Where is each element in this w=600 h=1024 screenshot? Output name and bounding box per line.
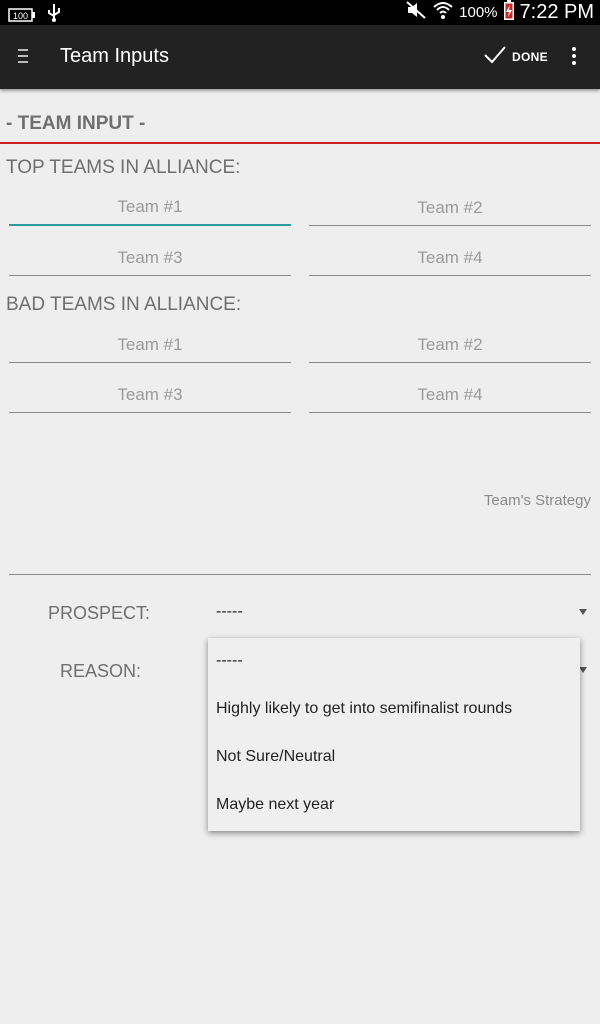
wifi-icon (432, 0, 454, 25)
top-team-3-field[interactable]: Team #3 (9, 240, 291, 276)
field-hint: Team #4 (417, 384, 483, 404)
bad-team-1-field[interactable]: Team #1 (9, 327, 291, 363)
battery-percent: 100% (459, 4, 498, 21)
status-bar: 100 100% 7:22 PM (0, 0, 600, 25)
field-hint: Team #3 (117, 247, 183, 267)
top-teams-label: TOP TEAMS IN ALLIANCE: (6, 157, 241, 178)
bad-team-3-field[interactable]: Team #3 (9, 377, 291, 413)
done-button[interactable]: DONE (482, 43, 548, 71)
top-team-2-field[interactable]: Team #2 (309, 190, 591, 226)
prospect-selected: ----- (216, 603, 243, 620)
field-hint: Team #2 (417, 197, 483, 217)
done-label: DONE (512, 50, 548, 64)
prospect-label: PROSPECT: (48, 603, 151, 623)
section-header: - TEAM INPUT - (6, 113, 146, 134)
strategy-field[interactable]: Team's Strategy (9, 480, 591, 575)
bad-teams-label: BAD TEAMS IN ALLIANCE: (6, 294, 242, 315)
field-hint: Team #3 (117, 384, 183, 404)
dropdown-option[interactable]: Not Sure/Neutral (216, 748, 335, 766)
dropdown-option[interactable]: Maybe next year (216, 796, 334, 814)
battery-charging-icon (503, 0, 515, 26)
strategy-hint: Team's Strategy (483, 492, 591, 509)
check-icon (482, 44, 508, 71)
dropdown-option[interactable]: Highly likely to get into semifinalist r… (216, 700, 512, 718)
menu-icon[interactable] (18, 49, 32, 65)
bad-team-2-field[interactable]: Team #2 (309, 327, 591, 363)
top-team-1-field[interactable]: Team #1 (9, 190, 291, 226)
dropdown-option[interactable]: ----- (216, 652, 243, 670)
reason-label: REASON: (60, 661, 142, 681)
field-hint: Team #1 (117, 197, 183, 216)
reason-dropdown-menu: ----- Highly likely to get into semifina… (208, 638, 580, 831)
prospect-spinner[interactable]: ----- (207, 597, 591, 631)
mute-icon (405, 0, 427, 25)
usb-icon (46, 2, 62, 27)
section-divider (0, 142, 600, 144)
top-team-4-field[interactable]: Team #4 (309, 240, 591, 276)
bad-team-4-field[interactable]: Team #4 (309, 377, 591, 413)
dropdown-arrow-icon (579, 667, 587, 673)
field-hint: Team #2 (417, 334, 483, 354)
overflow-menu-icon[interactable] (572, 47, 580, 67)
field-hint: Team #4 (417, 247, 483, 267)
battery-left-label: 100 (13, 11, 28, 21)
field-hint: Team #1 (117, 334, 183, 354)
battery-icon: 100 (8, 7, 36, 23)
dropdown-arrow-icon (579, 609, 587, 615)
page-title: Team Inputs (60, 45, 169, 67)
action-bar: Team Inputs DONE (0, 25, 600, 89)
clock: 7:22 PM (519, 1, 594, 23)
